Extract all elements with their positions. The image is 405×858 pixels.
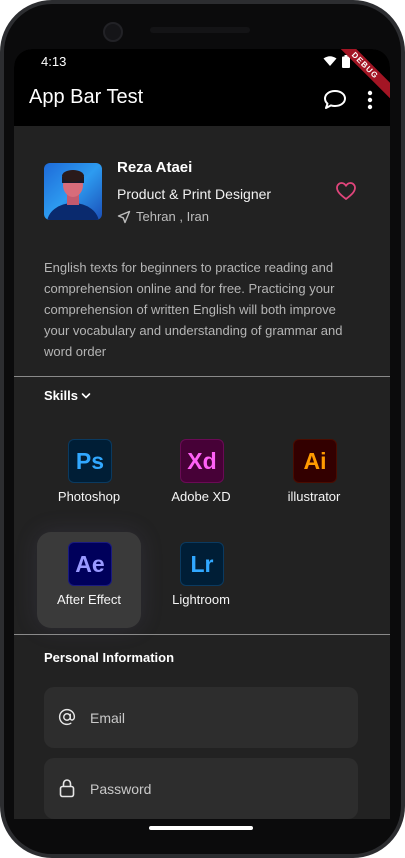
at-sign-icon — [58, 708, 76, 726]
front-camera — [103, 22, 123, 42]
profile-bio: English texts for beginners to practice … — [44, 260, 343, 359]
app-bar: App Bar Test — [14, 75, 390, 126]
skill-label: After Effect — [56, 592, 122, 607]
navigation-arrow-icon — [117, 210, 131, 224]
email-input[interactable] — [90, 687, 340, 748]
skill-label: Adobe XD — [171, 489, 231, 504]
home-indicator[interactable] — [149, 826, 253, 830]
skill-adobe-xd[interactable]: Xd Adobe XD — [149, 429, 253, 525]
password-input[interactable] — [90, 758, 340, 819]
after-effects-icon: Ae — [68, 542, 112, 586]
adobe-xd-icon: Xd — [180, 439, 224, 483]
photoshop-icon: Ps — [68, 439, 112, 483]
skill-label: illustrator — [287, 489, 341, 504]
personal-info-heading: Personal Information — [44, 650, 175, 665]
skill-illustrator[interactable]: Ai illustrator — [262, 429, 366, 525]
heart-icon[interactable] — [335, 181, 357, 201]
chat-bubble-icon[interactable] — [322, 88, 348, 112]
status-time: 4:13 — [41, 54, 67, 69]
status-bar: 4:13 — [14, 49, 390, 75]
skill-lightroom[interactable]: Lr Lightroom — [149, 532, 253, 628]
skill-label: Photoshop — [57, 489, 121, 504]
status-icons — [323, 55, 350, 68]
skill-label: Lightroom — [172, 592, 230, 607]
divider — [14, 376, 390, 377]
profile-name: Reza Ataei — [117, 159, 193, 176]
profile-role: Product & Print Designer — [117, 186, 272, 202]
skill-after-effect[interactable]: Ae After Effect — [37, 532, 141, 628]
divider — [14, 634, 390, 635]
earpiece-speaker — [150, 27, 250, 33]
illustrator-icon: Ai — [293, 439, 337, 483]
chevron-down-icon[interactable] — [81, 392, 91, 400]
more-vert-icon[interactable] — [362, 88, 378, 112]
avatar — [44, 163, 102, 220]
profile-location: Tehran , Iran — [136, 209, 209, 224]
skills-heading[interactable]: Skills — [44, 388, 78, 403]
password-field[interactable] — [44, 758, 358, 819]
wifi-icon — [323, 56, 337, 66]
lightroom-icon: Lr — [180, 542, 224, 586]
skill-photoshop[interactable]: Ps Photoshop — [37, 429, 141, 525]
app-title: App Bar Test — [29, 86, 144, 108]
lock-icon — [59, 779, 75, 798]
email-field[interactable] — [44, 687, 358, 748]
app-screen: 4:13 App Bar Test DEBUG Reza Ataei Produ… — [14, 49, 390, 819]
